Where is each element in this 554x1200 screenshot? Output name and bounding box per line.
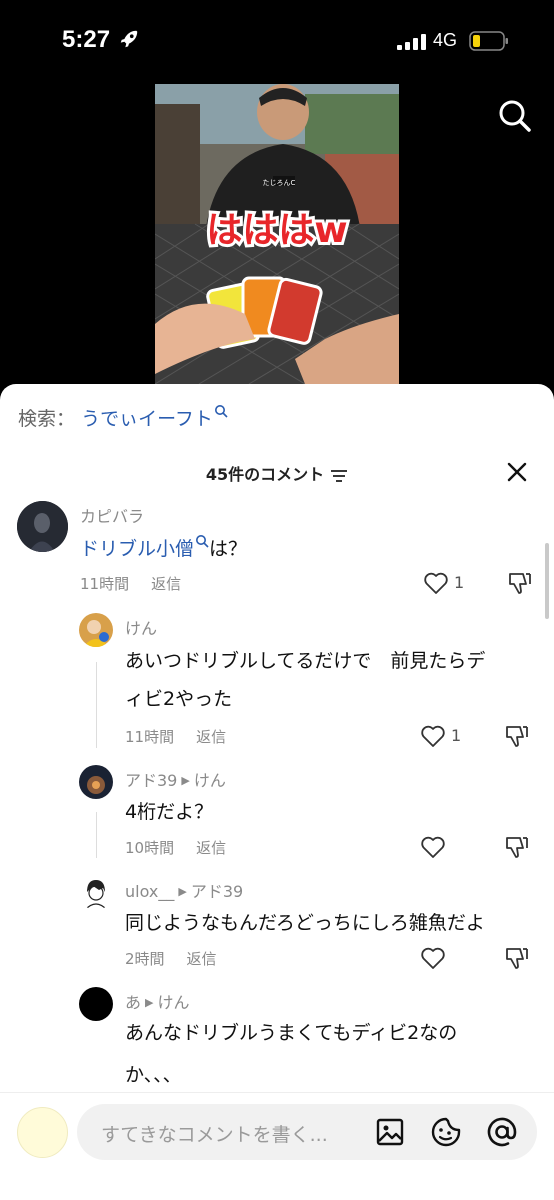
like-count: 1 [454, 573, 465, 592]
scrollbar[interactable] [545, 543, 549, 619]
dislike-icon[interactable] [504, 835, 530, 859]
status-bar: 5:27 4G [0, 0, 554, 80]
thread-line [96, 662, 97, 748]
like-icon[interactable] [420, 946, 446, 970]
like-icon[interactable] [420, 835, 446, 859]
reply-button[interactable]: 返信 [196, 839, 226, 857]
search-small-icon [214, 405, 228, 418]
video-frame: たじろんC はははw [155, 84, 399, 384]
reply-author[interactable]: アド39 [125, 771, 177, 790]
reply-target[interactable]: アド39 [191, 882, 243, 901]
reply-button[interactable]: 返信 [196, 728, 226, 746]
reply-button[interactable]: 返信 [187, 950, 217, 968]
image-icon[interactable] [374, 1116, 406, 1148]
comment-meta: 2時間 返信 [125, 948, 217, 969]
shirt-text: たじろんC [263, 179, 296, 187]
close-icon[interactable] [506, 461, 528, 483]
my-avatar [17, 1107, 68, 1158]
mention-icon[interactable] [486, 1116, 518, 1148]
comment-text: ィビ2やった [125, 688, 233, 710]
reply-author[interactable]: あ [125, 993, 141, 1012]
avatar[interactable] [79, 876, 113, 910]
comment-text: ドリブル小僧 は？ [80, 534, 247, 561]
comment-username: ulox__ ▶ アド39 [125, 878, 243, 902]
comment-text: あいつドリブルしてるだけで 前見たらデ [125, 650, 486, 672]
search-suggestion[interactable]: 検索： うでぃイーフト [18, 404, 228, 431]
comment-meta: 10時間 返信 [125, 837, 226, 858]
reply-arrow-icon: ▶ [145, 996, 154, 1009]
status-time: 5:27 [62, 26, 111, 53]
reply-target[interactable]: けん [194, 771, 226, 790]
comment-input-placeholder[interactable]: すてきなコメントを書く... [101, 1120, 328, 1147]
dislike-icon[interactable] [504, 724, 530, 748]
comment-meta: 11時間 返信 [80, 573, 181, 594]
rocket-icon [120, 30, 138, 48]
video-player[interactable]: たじろんC はははw [155, 84, 399, 384]
comment-text: 4桁だよ？ [125, 801, 214, 823]
comment-count-title: 45件のコメント [205, 465, 325, 484]
avatar[interactable] [79, 765, 113, 799]
like-icon[interactable] [423, 571, 449, 595]
search-icon[interactable] [496, 97, 534, 135]
search-suggestion-keyword[interactable]: うでぃイーフト [81, 408, 213, 430]
network-type: 4G [433, 30, 458, 50]
comment-time: 11時間 [80, 575, 130, 593]
reply-author[interactable]: ulox__ [125, 882, 174, 901]
sort-icon[interactable] [330, 469, 348, 483]
comment-text: か、、、 [125, 1064, 182, 1086]
reply-button[interactable]: 返信 [151, 575, 181, 593]
avatar[interactable] [17, 501, 68, 552]
comment-username: アド39 ▶ けん [125, 767, 226, 791]
search-small-icon [196, 535, 209, 548]
dislike-icon[interactable] [504, 946, 530, 970]
avatar[interactable] [79, 987, 113, 1021]
like-icon[interactable] [420, 724, 446, 748]
reply-target[interactable]: けん [157, 993, 189, 1012]
avatar[interactable] [79, 613, 113, 647]
emoji-icon[interactable] [430, 1116, 462, 1148]
comment-text: 同じようなもんだろどっちにしろ雑魚だよ [125, 912, 485, 934]
comment-username: あ ▶ けん [125, 989, 190, 1013]
reply-arrow-icon: ▶ [178, 885, 187, 898]
comment-username[interactable]: カピバラ [80, 503, 144, 527]
comment-username[interactable]: けん [125, 615, 157, 639]
comment-time: 2時間 [125, 950, 165, 968]
signal-icon [397, 34, 426, 50]
search-suggestion-label: 検索： [18, 408, 76, 430]
thread-line [96, 812, 97, 858]
comment-keyword-link[interactable]: ドリブル小僧 [80, 538, 194, 560]
comment-text: あんなドリブルうまくてもディビ2なの [125, 1022, 458, 1044]
comment-text-rest: は？ [209, 538, 248, 560]
like-count: 1 [451, 726, 462, 745]
battery-icon [469, 31, 508, 51]
dislike-icon[interactable] [507, 571, 533, 595]
video-caption: はははw [206, 210, 347, 251]
comments-header: 45件のコメント [0, 461, 554, 485]
comment-time: 10時間 [125, 839, 175, 857]
comment-time: 11時間 [125, 728, 175, 746]
reply-arrow-icon: ▶ [181, 774, 190, 787]
comment-meta: 11時間 返信 [125, 726, 226, 747]
